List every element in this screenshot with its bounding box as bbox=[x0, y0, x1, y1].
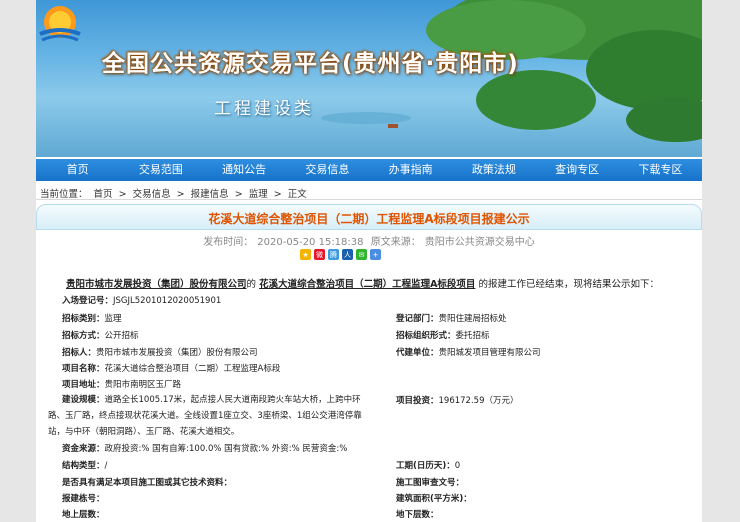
investment-row: 项目投资：196172.59（万元） bbox=[396, 394, 518, 406]
floors-up-label: 地上层数： bbox=[62, 510, 105, 520]
nav-trade-scope[interactable]: 交易范围 bbox=[119, 159, 202, 181]
scale-line2: 路、玉厂路，终点接现状花溪大道。全线设置1座立交、3座桥梁、1组公交港湾停靠 bbox=[48, 411, 362, 421]
reg-dept-label: 登记部门： bbox=[396, 314, 439, 324]
bid-org-form-row: 招标组织形式：委托招标 bbox=[396, 329, 490, 341]
bid-type-label: 招标类别： bbox=[62, 314, 105, 324]
bid-method-row: 招标方式：公开招标 bbox=[62, 329, 139, 341]
project-addr-row: 项目地址：贵阳市南明区玉厂路 bbox=[62, 378, 181, 390]
main-nav: 首页 交易范围 通知公告 交易信息 办事指南 政策法规 查询专区 下载专区 bbox=[36, 159, 702, 181]
area-row: 建筑面积(平方米)： bbox=[396, 492, 472, 504]
tencent-weibo-icon[interactable]: 腾 bbox=[328, 249, 339, 260]
platform-logo-icon bbox=[39, 6, 81, 42]
nav-query[interactable]: 查询专区 bbox=[536, 159, 619, 181]
share-bar: ★ 微 腾 人 ✉ + bbox=[300, 249, 381, 260]
structure: / bbox=[104, 461, 108, 471]
duration-row: 工期(日历天)：0 bbox=[396, 459, 460, 471]
floors-down-row: 地下层数： bbox=[396, 508, 439, 520]
qualify-row: 是否具有满足本项目施工图或其它技术资料： bbox=[62, 476, 232, 488]
tenderer-label: 招标人： bbox=[62, 348, 97, 358]
structure-row: 结构类型：/ bbox=[62, 459, 107, 471]
floors-up-row: 地上层数： bbox=[62, 508, 105, 520]
agent: 贵阳城发项目管理有限公司 bbox=[438, 348, 541, 358]
reg-dept-row: 登记部门：贵阳住建局招标处 bbox=[396, 312, 507, 324]
project-addr-label: 项目地址： bbox=[62, 380, 105, 390]
qzone-icon[interactable]: ★ bbox=[300, 249, 311, 260]
project-name-label: 项目名称： bbox=[62, 364, 105, 374]
breadcrumb-divider bbox=[36, 199, 702, 200]
bid-type: 监理 bbox=[104, 314, 122, 324]
area-label: 建筑面积(平方米)： bbox=[396, 494, 472, 504]
publish-time-label: 发布时间： bbox=[203, 237, 254, 248]
nav-guide[interactable]: 办事指南 bbox=[369, 159, 452, 181]
scale-row: 建设规模：道路全长1005.17米，起点接人民大道南段跨火车站大桥，上跨中环 bbox=[62, 392, 361, 408]
project-name-row: 项目名称：花溪大道综合整治项目（二期）工程监理A标段 bbox=[62, 362, 280, 374]
weibo-icon[interactable]: 微 bbox=[314, 249, 325, 260]
wechat-icon[interactable]: ✉ bbox=[356, 249, 367, 260]
intro-mid: 的 bbox=[246, 279, 257, 290]
qualify-label: 是否具有满足本项目施工图或其它技术资料： bbox=[62, 478, 233, 488]
fund-source: 政府投资:% 国有自筹:100.0% 国有贷款:% 外资:% 民营资金:% bbox=[104, 444, 348, 454]
duration-label: 工期(日历天)： bbox=[396, 461, 455, 471]
project-addr: 贵阳市南明区玉厂路 bbox=[104, 380, 182, 390]
floors-down-label: 地下层数： bbox=[396, 510, 439, 520]
source: 贵阳市公共资源交易中心 bbox=[424, 237, 535, 248]
page: 全国公共资源交易平台(贵州省·贵阳市) 工程建设类 首页 交易范围 通知公告 交… bbox=[36, 0, 702, 522]
reg-no-label: 入场登记号： bbox=[62, 296, 114, 306]
bid-org-form: 委托招标 bbox=[455, 331, 490, 341]
build-no-row: 报建栋号： bbox=[62, 492, 105, 504]
investment-label: 项目投资： bbox=[396, 396, 439, 406]
build-no-label: 报建栋号： bbox=[62, 494, 105, 504]
breadcrumb: 当前位置： 首页 > 交易信息 > 报建信息 > 监理 > 正文 bbox=[40, 186, 310, 200]
intro-project: 花溪大道综合整治项目（二期）工程监理A标段项目 bbox=[259, 279, 476, 290]
bid-org-form-label: 招标组织形式： bbox=[396, 331, 456, 341]
bid-method: 公开招标 bbox=[104, 331, 139, 341]
investment: 196172.59（万元） bbox=[438, 396, 519, 406]
article-body: 贵阳市城市发展投资（集团）股份有限公司的 花溪大道综合整治项目（二期）工程监理A… bbox=[36, 266, 702, 522]
agent-row: 代建单位：贵阳城发项目管理有限公司 bbox=[396, 346, 541, 358]
reg-no: JSGJL5201012020051901 bbox=[113, 296, 222, 306]
more-share-icon[interactable]: + bbox=[370, 249, 381, 260]
nav-policy[interactable]: 政策法规 bbox=[452, 159, 535, 181]
nav-download[interactable]: 下载专区 bbox=[619, 159, 702, 181]
structure-label: 结构类型： bbox=[62, 461, 105, 471]
banner-landscape bbox=[321, 0, 702, 142]
intro-sentence: 贵阳市城市发展投资（集团）股份有限公司的 花溪大道综合整治项目（二期）工程监理A… bbox=[66, 276, 659, 290]
project-name: 花溪大道综合整治项目（二期）工程监理A标段 bbox=[104, 364, 281, 374]
scale-line1: 道路全长1005.17米，起点接人民大道南段跨火车站大桥，上跨中环 bbox=[104, 395, 361, 405]
bid-type-row: 招标类别：监理 bbox=[62, 312, 122, 324]
publish-time: 2020-05-20 15:18:38 bbox=[257, 237, 364, 248]
fund-source-label: 资金来源： bbox=[62, 444, 105, 454]
drawing-review-row: 施工图审查文号： bbox=[396, 476, 464, 488]
reg-no-row: 入场登记号：JSGJL5201012020051901 bbox=[62, 294, 221, 306]
tenderer: 贵阳市城市发展投资（集团）股份有限公司 bbox=[96, 348, 258, 358]
renren-icon[interactable]: 人 bbox=[342, 249, 353, 260]
article-meta: 发布时间： 2020-05-20 15:18:38 原文来源： 贵阳市公共资源交易中… bbox=[36, 233, 702, 248]
banner: 全国公共资源交易平台(贵州省·贵阳市) 工程建设类 bbox=[36, 0, 702, 157]
source-label: 原文来源： bbox=[370, 237, 421, 248]
drawing-review-label: 施工图审查文号： bbox=[396, 478, 465, 488]
scale-label: 建设规模： bbox=[62, 395, 105, 405]
scale-line3: 站，与中环（朝阳洞路）、玉厂路、花溪大道相交。 bbox=[48, 427, 240, 437]
bid-method-label: 招标方式： bbox=[62, 331, 105, 341]
site-title: 全国公共资源交易平台(贵州省·贵阳市) bbox=[102, 51, 519, 77]
site-subtitle: 工程建设类 bbox=[214, 99, 314, 119]
reg-dept: 贵阳住建局招标处 bbox=[438, 314, 507, 324]
nav-notices[interactable]: 通知公告 bbox=[203, 159, 286, 181]
tenderer-row: 招标人：贵阳市城市发展投资（集团）股份有限公司 bbox=[62, 346, 258, 358]
duration: 0 bbox=[454, 461, 461, 471]
intro-tail: 的报建工作已经结束，现将结果公示如下： bbox=[478, 279, 659, 290]
agent-label: 代建单位： bbox=[396, 348, 439, 358]
intro-org: 贵阳市城市发展投资（集团）股份有限公司 bbox=[66, 279, 247, 290]
nav-home[interactable]: 首页 bbox=[36, 159, 119, 181]
nav-trade-info[interactable]: 交易信息 bbox=[286, 159, 369, 181]
fund-source-row: 资金来源：政府投资:% 国有自筹:100.0% 国有贷款:% 外资:% 民营资金… bbox=[62, 442, 347, 454]
article-title: 花溪大道综合整治项目（二期）工程监理A标段项目报建公示 bbox=[208, 212, 530, 226]
